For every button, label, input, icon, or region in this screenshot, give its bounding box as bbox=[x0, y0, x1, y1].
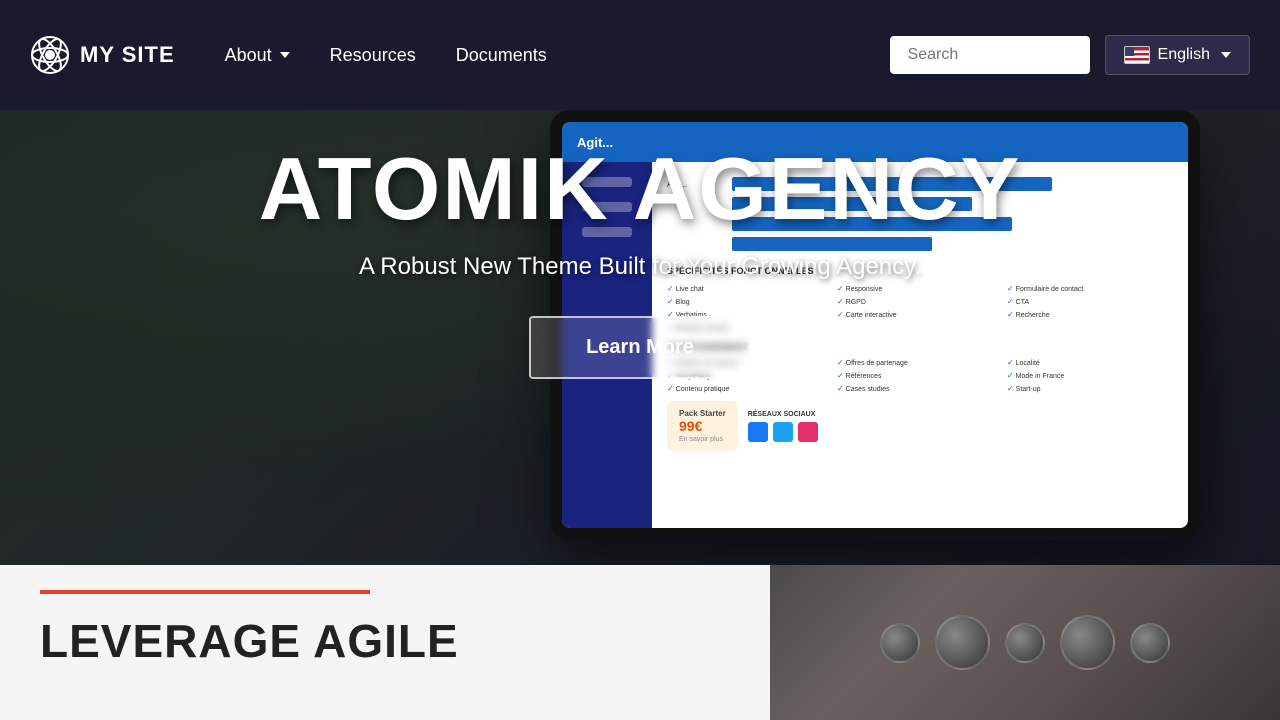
circle-4 bbox=[1060, 615, 1115, 670]
below-fold-section: LEVERAGE AGILE bbox=[0, 565, 1280, 720]
learn-more-button[interactable]: Learn More bbox=[529, 316, 751, 379]
circle-2 bbox=[935, 615, 990, 670]
logo-icon bbox=[30, 35, 70, 75]
accent-line bbox=[40, 590, 370, 594]
site-logo[interactable]: MY SITE bbox=[30, 35, 175, 75]
pos-item: ✓ Contenu pratique bbox=[667, 384, 833, 393]
pos-item: ✓ Cases studies bbox=[837, 384, 1003, 393]
lang-label: English bbox=[1158, 46, 1210, 64]
nav-right: English bbox=[890, 35, 1250, 75]
pack-price: 99€ bbox=[679, 418, 726, 434]
search-input[interactable] bbox=[890, 36, 1090, 74]
image-circles bbox=[880, 615, 1170, 670]
nav-resources[interactable]: Resources bbox=[330, 45, 416, 66]
below-right-image bbox=[770, 565, 1280, 720]
pack-label: Pack Starter bbox=[679, 409, 726, 418]
hero-content: ATOMIK AGENCY A Robust New Theme Built f… bbox=[0, 145, 1280, 379]
navbar: MY SITE About Resources Documents Englis… bbox=[0, 0, 1280, 110]
flag-icon bbox=[1124, 46, 1150, 64]
pack-sublabel: En savoir plus bbox=[679, 436, 726, 443]
about-chevron-icon bbox=[280, 52, 290, 58]
below-image bbox=[770, 565, 1280, 720]
below-left: LEVERAGE AGILE bbox=[0, 565, 770, 720]
hero-title: ATOMIK AGENCY bbox=[0, 145, 1280, 233]
lang-chevron-icon bbox=[1221, 52, 1231, 58]
reseaux-section: RÉSEAUX SOCIAUX bbox=[748, 411, 818, 442]
nav-documents[interactable]: Documents bbox=[456, 45, 547, 66]
below-title: LEVERAGE AGILE bbox=[40, 614, 730, 668]
circle-5 bbox=[1130, 623, 1170, 663]
logo-text: MY SITE bbox=[80, 42, 175, 68]
nav-links: About Resources Documents bbox=[225, 45, 890, 66]
circle-1 bbox=[880, 623, 920, 663]
pos-item: ✓ Start-up bbox=[1007, 384, 1173, 393]
pack-row: Pack Starter 99€ En savoir plus RÉSEAUX … bbox=[667, 401, 1173, 451]
circle-3 bbox=[1005, 623, 1045, 663]
nav-about[interactable]: About bbox=[225, 45, 290, 66]
pack-card: Pack Starter 99€ En savoir plus bbox=[667, 401, 738, 451]
hero-subtitle: A Robust New Theme Built for Your Growin… bbox=[0, 253, 1280, 281]
language-selector[interactable]: English bbox=[1105, 35, 1250, 75]
